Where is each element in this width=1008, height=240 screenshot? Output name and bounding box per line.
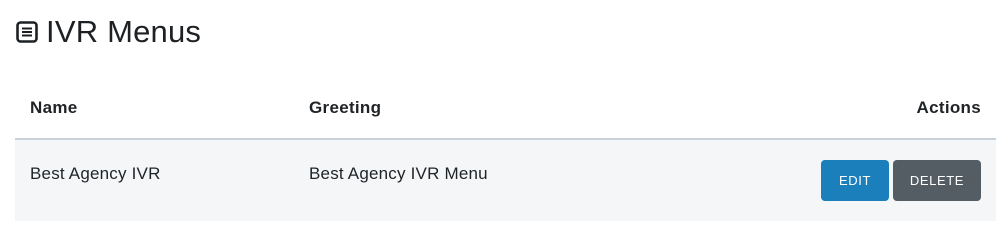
column-header-greeting: Greeting bbox=[309, 98, 382, 117]
page-title: IVR Menus bbox=[46, 14, 202, 49]
row-greeting-cell: Best Agency IVR Menu bbox=[309, 164, 488, 183]
column-header-actions: Actions bbox=[916, 98, 981, 117]
column-header-name: Name bbox=[30, 98, 78, 117]
ivr-menus-page: IVR Menus Name Greeting Actions Best Age… bbox=[0, 0, 1008, 240]
table-row: Best Agency IVR Best Agency IVR Menu EDI… bbox=[15, 140, 996, 221]
edit-button[interactable]: EDIT bbox=[821, 160, 889, 201]
page-header: IVR Menus bbox=[16, 14, 201, 50]
row-name-cell: Best Agency IVR bbox=[30, 164, 161, 183]
list-box-icon bbox=[16, 21, 38, 43]
ivr-menus-table: Name Greeting Actions Best Agency IVR Be… bbox=[15, 78, 996, 221]
table-header: Name Greeting Actions bbox=[15, 78, 996, 140]
row-actions: EDIT DELETE bbox=[821, 160, 981, 201]
delete-button[interactable]: DELETE bbox=[893, 160, 981, 201]
